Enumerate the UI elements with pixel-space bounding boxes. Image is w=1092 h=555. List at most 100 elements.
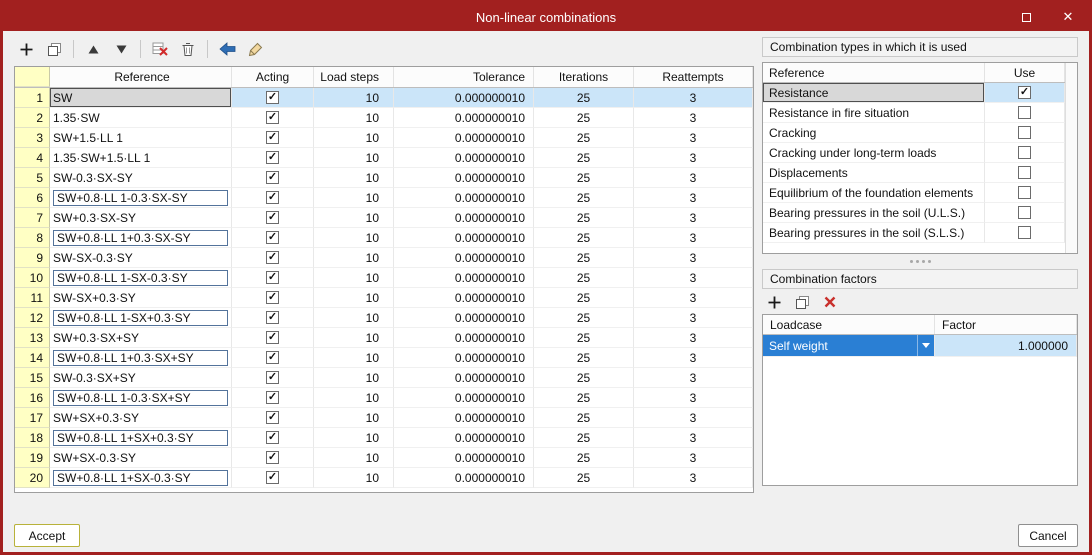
reference-cell[interactable]: SW+0.8·LL 1+0.3·SX-SY: [50, 228, 232, 248]
combination-type-row[interactable]: Equilibrium of the foundation elements: [763, 183, 1065, 203]
loadcase-cell[interactable]: Self weight: [763, 335, 935, 357]
tolerance-cell[interactable]: 0.000000010: [394, 348, 534, 368]
reference-cell[interactable]: SW+0.3·SX+SY: [50, 328, 232, 348]
reattempts-cell[interactable]: 3: [634, 388, 753, 408]
combination-type-row[interactable]: Resistance in fire situation: [763, 103, 1065, 123]
tolerance-cell[interactable]: 0.000000010: [394, 108, 534, 128]
load-steps-cell[interactable]: 10: [314, 428, 394, 448]
acting-cell[interactable]: ✓: [232, 108, 314, 128]
acting-cell[interactable]: ✓: [232, 248, 314, 268]
tolerance-cell[interactable]: 0.000000010: [394, 248, 534, 268]
load-steps-cell[interactable]: 10: [314, 248, 394, 268]
iterations-cell[interactable]: 25: [534, 248, 634, 268]
table-row[interactable]: 8 SW+0.8·LL 1+0.3·SX-SY ✓ 10 0.000000010 25 3: [15, 228, 753, 248]
acting-cell[interactable]: ✓: [232, 268, 314, 288]
acting-checkbox[interactable]: ✓: [266, 431, 279, 444]
table-row[interactable]: 5 SW-0.3·SX-SY ✓ 10 0.000000010 25 3: [15, 168, 753, 188]
acting-cell[interactable]: ✓: [232, 368, 314, 388]
iterations-cell[interactable]: 25: [534, 208, 634, 228]
type-label[interactable]: Equilibrium of the foundation elements: [763, 183, 985, 203]
maximize-button[interactable]: [1005, 3, 1047, 31]
acting-checkbox[interactable]: ✓: [266, 451, 279, 464]
iterations-cell[interactable]: 25: [534, 108, 634, 128]
load-steps-cell[interactable]: 10: [314, 188, 394, 208]
iterations-cell[interactable]: 25: [534, 468, 634, 488]
table-row[interactable]: 16 SW+0.8·LL 1-0.3·SX+SY ✓ 10 0.000000010 25 3: [15, 388, 753, 408]
acting-checkbox[interactable]: ✓: [266, 131, 279, 144]
reference-cell[interactable]: SW+0.8·LL 1+SX-0.3·SY: [50, 468, 232, 488]
acting-cell[interactable]: ✓: [232, 128, 314, 148]
reattempts-cell[interactable]: 3: [634, 208, 753, 228]
load-steps-cell[interactable]: 10: [314, 108, 394, 128]
tolerance-cell[interactable]: 0.000000010: [394, 208, 534, 228]
load-steps-cell[interactable]: 10: [314, 128, 394, 148]
table-row[interactable]: 20 SW+0.8·LL 1+SX-0.3·SY ✓ 10 0.000000010 25 3: [15, 468, 753, 488]
reference-cell[interactable]: SW+0.8·LL 1-0.3·SX+SY: [50, 388, 232, 408]
reattempts-cell[interactable]: 3: [634, 348, 753, 368]
acting-checkbox[interactable]: ✓: [266, 251, 279, 264]
table-row[interactable]: 15 SW-0.3·SX+SY ✓ 10 0.000000010 25 3: [15, 368, 753, 388]
acting-cell[interactable]: ✓: [232, 168, 314, 188]
table-row[interactable]: 1 SW ✓ 10 0.000000010 25 3: [15, 88, 753, 108]
reattempts-cell[interactable]: 3: [634, 128, 753, 148]
acting-checkbox[interactable]: ✓: [266, 471, 279, 484]
tolerance-cell[interactable]: 0.000000010: [394, 368, 534, 388]
type-label[interactable]: Bearing pressures in the soil (U.L.S.): [763, 203, 985, 223]
add-button[interactable]: [14, 38, 38, 60]
add-factor-button[interactable]: [762, 291, 786, 313]
table-row[interactable]: 2 1.35·SW ✓ 10 0.000000010 25 3: [15, 108, 753, 128]
iterations-cell[interactable]: 25: [534, 368, 634, 388]
loadcase-dropdown[interactable]: Self weight: [763, 335, 934, 356]
type-label[interactable]: Resistance in fire situation: [763, 103, 985, 123]
column-header[interactable]: Acting: [232, 67, 314, 87]
use-cell[interactable]: [985, 103, 1065, 123]
tolerance-cell[interactable]: 0.000000010: [394, 468, 534, 488]
panel-splitter[interactable]: [762, 257, 1078, 266]
reference-cell[interactable]: SW+0.8·LL 1+0.3·SX+SY: [50, 348, 232, 368]
column-header[interactable]: Load steps: [314, 67, 394, 87]
tolerance-cell[interactable]: 0.000000010: [394, 428, 534, 448]
acting-cell[interactable]: ✓: [232, 208, 314, 228]
combination-type-row[interactable]: Cracking under long-term loads: [763, 143, 1065, 163]
reattempts-cell[interactable]: 3: [634, 448, 753, 468]
load-steps-cell[interactable]: 10: [314, 268, 394, 288]
column-header[interactable]: Reference: [50, 67, 232, 87]
acting-checkbox[interactable]: ✓: [266, 211, 279, 224]
use-checkbox[interactable]: [1018, 226, 1031, 239]
reattempts-cell[interactable]: 3: [634, 168, 753, 188]
acting-checkbox[interactable]: ✓: [266, 231, 279, 244]
iterations-cell[interactable]: 25: [534, 328, 634, 348]
iterations-cell[interactable]: 25: [534, 188, 634, 208]
use-cell[interactable]: [985, 143, 1065, 163]
iterations-cell[interactable]: 25: [534, 388, 634, 408]
table-row[interactable]: 18 SW+0.8·LL 1+SX+0.3·SY ✓ 10 0.000000010 25 3: [15, 428, 753, 448]
load-steps-cell[interactable]: 10: [314, 348, 394, 368]
reference-cell[interactable]: SW+0.8·LL 1-0.3·SX-SY: [50, 188, 232, 208]
factor-row[interactable]: Self weight 1.000000: [763, 335, 1077, 357]
type-label[interactable]: Resistance: [763, 83, 985, 103]
use-cell[interactable]: [985, 223, 1065, 243]
load-steps-cell[interactable]: 10: [314, 368, 394, 388]
column-header[interactable]: Reattempts: [634, 67, 753, 87]
iterations-cell[interactable]: 25: [534, 168, 634, 188]
use-checkbox[interactable]: [1018, 186, 1031, 199]
reattempts-cell[interactable]: 3: [634, 308, 753, 328]
delete-factor-button[interactable]: [818, 291, 842, 313]
load-steps-cell[interactable]: 10: [314, 168, 394, 188]
type-label[interactable]: Cracking under long-term loads: [763, 143, 985, 163]
use-checkbox[interactable]: [1018, 106, 1031, 119]
use-checkbox[interactable]: [1018, 166, 1031, 179]
copy-button[interactable]: [42, 38, 66, 60]
iterations-cell[interactable]: 25: [534, 428, 634, 448]
reattempts-cell[interactable]: 3: [634, 368, 753, 388]
acting-checkbox[interactable]: ✓: [266, 291, 279, 304]
close-button[interactable]: ✕: [1047, 3, 1089, 31]
reattempts-cell[interactable]: 3: [634, 188, 753, 208]
tolerance-cell[interactable]: 0.000000010: [394, 308, 534, 328]
reattempts-cell[interactable]: 3: [634, 468, 753, 488]
load-steps-cell[interactable]: 10: [314, 148, 394, 168]
move-up-button[interactable]: [81, 38, 105, 60]
acting-cell[interactable]: ✓: [232, 288, 314, 308]
iterations-cell[interactable]: 25: [534, 128, 634, 148]
type-label[interactable]: Displacements: [763, 163, 985, 183]
